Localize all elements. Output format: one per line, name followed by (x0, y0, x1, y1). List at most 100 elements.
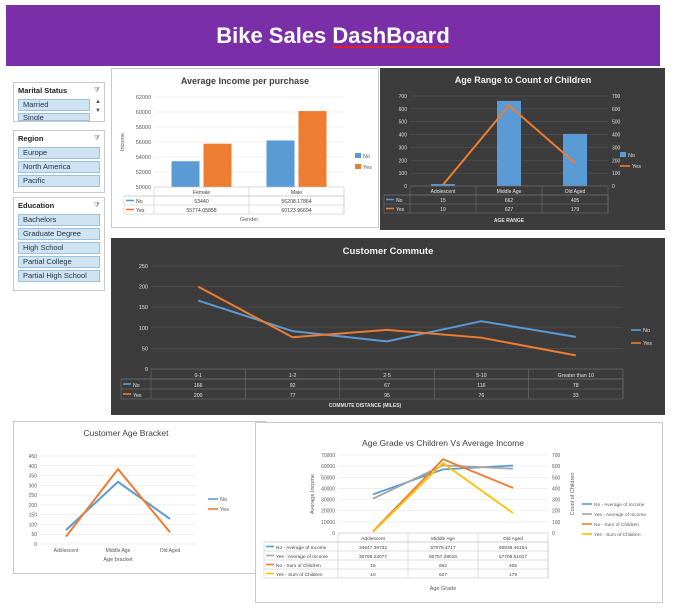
y-tick-label: 400 (399, 133, 408, 139)
y-tick-label: 60000 (136, 110, 151, 116)
data-label: 53440 (194, 199, 209, 205)
customer-commute-chart[interactable]: Customer Commute 0 50 100 150 200 250 0-1 1-2 2-5… (111, 238, 665, 415)
y-tick-label: 70000 (321, 453, 335, 459)
y-tick-label: 60000 (321, 464, 335, 470)
category-label: Old Aged (565, 189, 586, 195)
series-name: No (133, 383, 140, 389)
category-label: Male (291, 190, 302, 196)
legend-label: No (643, 328, 650, 334)
slicer-item-partial-college[interactable]: Partial College (18, 256, 100, 268)
average-income-chart[interactable]: Average Income per purchase 50000 52000 540… (111, 68, 379, 228)
y2-tick-label: 100 (552, 520, 561, 526)
legend-label: Yes (220, 507, 229, 513)
slicer-item-single[interactable]: Single (18, 113, 90, 121)
legend-label: No (628, 153, 635, 159)
data-label: 15 (440, 198, 446, 204)
title-text-underlined: DashBoard (332, 22, 450, 48)
data-label: 662 (439, 563, 447, 569)
legend-key (355, 153, 361, 158)
scroll-up-icon[interactable]: ▲ (95, 98, 101, 107)
marital-status-slicer[interactable]: Marital Status ⧩ Married Single ▲ ▼ (13, 82, 105, 122)
data-label: 200 (194, 393, 203, 399)
data-label: 33 (573, 393, 579, 399)
y2-tick-label: 700 (612, 94, 621, 100)
slicer-item-high-school[interactable]: High School (18, 242, 100, 254)
category-label: 2-5 (383, 373, 391, 379)
region-slicer[interactable]: Region ⧩ Europe North America Pacific (13, 130, 105, 193)
category-label: Adolescent (431, 189, 456, 195)
legend-label: No - Sum of Children (594, 522, 639, 528)
y-tick-label: 700 (399, 94, 408, 100)
y2-tick-label: 700 (552, 453, 561, 459)
data-label: 77 (290, 393, 296, 399)
data-label: 57075.4717 (430, 545, 456, 551)
y2-tick-label: 600 (612, 107, 621, 113)
y-tick-label: 450 (29, 454, 38, 460)
education-slicer[interactable]: Education ⧩ Bachelors Graduate Degree Hig… (13, 197, 105, 291)
category-label: Greater than 10 (558, 373, 594, 379)
data-label: 179 (509, 572, 517, 578)
series-name: No - Sum of Children (276, 563, 321, 569)
y-axis-label: Average Income (310, 474, 316, 514)
x-axis-label: AGE RANGE (494, 218, 525, 224)
line-no (197, 299, 576, 343)
y-tick-label: 100 (139, 326, 148, 332)
clear-filter-icon[interactable]: ⧩ (94, 202, 100, 210)
y2-tick-label: 100 (612, 171, 621, 177)
y-tick-label: 0 (34, 542, 37, 548)
data-label: 627 (505, 207, 514, 213)
line-no (65, 480, 171, 531)
y-tick-label: 300 (29, 483, 38, 489)
data-label: 116 (477, 383, 485, 389)
data-label: 166 (194, 383, 203, 389)
y-tick-label: 0 (332, 531, 335, 537)
x-axis-label: Age Grade (430, 586, 457, 592)
line-yes (65, 467, 171, 538)
legend-label: No (363, 154, 370, 160)
data-label: 60123.96694 (281, 208, 311, 214)
y2-tick-label: 200 (612, 158, 621, 164)
y2-tick-label: 500 (552, 475, 561, 481)
customer-age-bracket-chart[interactable]: Customer Age Bracket 0 50 100 150 200 250 300 35… (13, 421, 267, 574)
x-axis-label: Age bracket (103, 557, 133, 563)
legend-label: No - Average of Income (594, 502, 645, 508)
y2-tick-label: 600 (552, 464, 561, 470)
data-label: 57706.61017 (499, 554, 527, 560)
slicer-scrollbar[interactable]: ▲ ▼ (95, 98, 101, 116)
slicer-item-married[interactable]: Married (18, 99, 90, 111)
y-tick-label: 30000 (321, 498, 335, 504)
legend-label: No (220, 497, 227, 503)
data-label: 78 (573, 383, 579, 389)
clear-filter-icon[interactable]: ⧩ (94, 87, 100, 95)
legend-label: Yes - Average of Income (594, 512, 646, 518)
age-range-children-chart[interactable]: Age Range to Count of Children 0 100 200 300… (380, 68, 665, 230)
data-label: 627 (439, 572, 447, 578)
slicer-item-europe[interactable]: Europe (18, 147, 100, 159)
title-text-part: Bike Sales (216, 22, 333, 48)
slicer-item-pacific[interactable]: Pacific (18, 175, 100, 187)
clear-filter-icon[interactable]: ⧩ (94, 135, 100, 143)
slicer-item-north-america[interactable]: North America (18, 161, 100, 173)
y-tick-label: 58000 (136, 125, 151, 131)
scroll-down-icon[interactable]: ▼ (95, 107, 101, 116)
dashboard-header: Bike Sales DashBoard (6, 5, 660, 66)
category-label: Old Aged (503, 536, 523, 542)
age-grade-chart[interactable]: Age Grade vs Children Vs Average Income 0… (255, 422, 663, 603)
y-tick-label: 350 (29, 474, 38, 480)
y2-tick-label: 300 (612, 145, 621, 151)
y-tick-label: 200 (399, 158, 408, 164)
y2-tick-label: 400 (612, 133, 621, 139)
y-tick-label: 0 (404, 184, 407, 190)
data-label: 662 (505, 198, 514, 204)
data-label: 95 (384, 393, 390, 399)
y2-tick-label: 0 (612, 184, 615, 190)
x-axis-label: COMMUTE DISTANCE (MILES) (329, 403, 402, 409)
slicer-item-partial-high-school[interactable]: Partial High School (18, 270, 100, 282)
data-label: 60538.46154 (499, 545, 527, 551)
y-tick-label: 56000 (136, 140, 151, 146)
data-label: 15 (370, 563, 376, 569)
chart-title: Age Range to Count of Children (455, 75, 592, 85)
y2-tick-label: 500 (612, 120, 621, 126)
slicer-item-bachelors[interactable]: Bachelors (18, 214, 100, 226)
slicer-item-graduate-degree[interactable]: Graduate Degree (18, 228, 100, 240)
